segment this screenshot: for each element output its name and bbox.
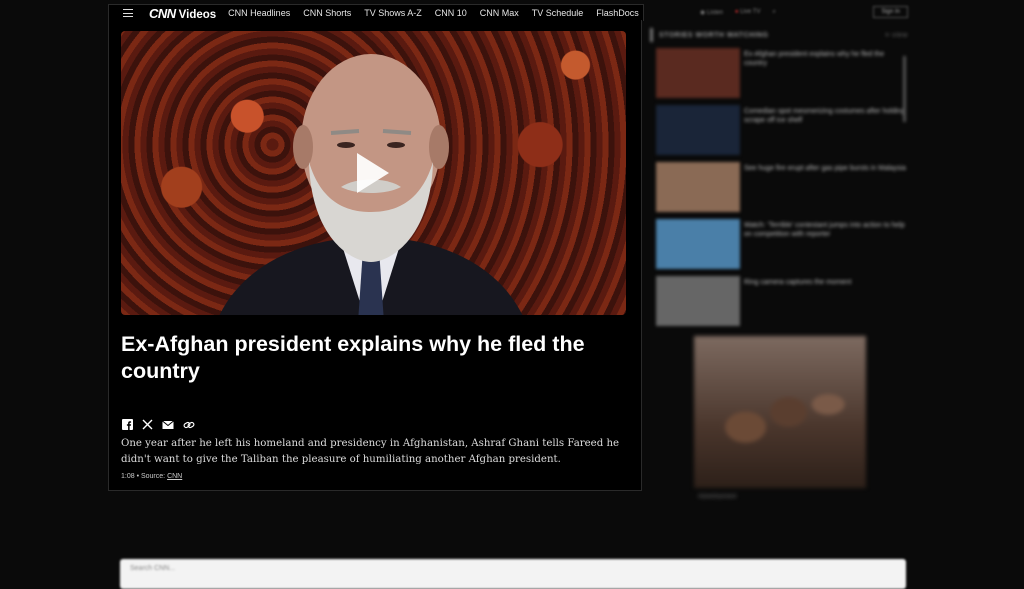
nav-link-cnn-shorts[interactable]: CNN Shorts [303, 8, 351, 18]
hamburger-menu-icon[interactable] [123, 9, 133, 17]
live-tv-button[interactable]: ● Live TV [735, 9, 761, 15]
stories-sidebar: STORIES WORTH WATCHING ≡ view Ex-Afghan … [650, 28, 908, 326]
live-dot-icon: ● [734, 9, 739, 15]
videos-section-label: Videos [178, 8, 217, 21]
story-thumbnail [656, 276, 740, 326]
video-player[interactable] [121, 31, 626, 315]
story-thumbnail [656, 162, 740, 212]
nav-link-flashdocs[interactable]: FlashDocs [596, 8, 639, 18]
story-title: Comedian spot mesmerizing costumes after… [744, 108, 906, 124]
sidebar-scrollbar[interactable] [903, 56, 906, 122]
nav-link-cnn-headlines[interactable]: CNN Headlines [228, 8, 290, 18]
video-meta: 1:08 • Source: CNN [121, 473, 182, 480]
sidebar-story-item[interactable]: Ring camera captures the moment [650, 276, 908, 327]
account-nav: ◉ Listen ● Live TV ⌕ Sign In [700, 4, 908, 20]
story-thumbnail [656, 219, 740, 269]
cnn-videos-logo[interactable]: CNN Videos [149, 6, 216, 21]
video-description: One year after he left his homeland and … [121, 438, 620, 465]
email-icon[interactable] [162, 420, 174, 430]
search-icon[interactable]: ⌕ [772, 9, 775, 16]
video-duration: 1:08 [121, 473, 135, 480]
facebook-icon[interactable] [122, 419, 133, 430]
share-bar [122, 419, 195, 430]
source-link[interactable]: CNN [167, 473, 182, 480]
source-prefix: • Source: [136, 473, 166, 480]
bottom-search-placeholder: Search CNN... [130, 565, 176, 572]
video-card: Ex-Afghan president explains why he fled… [108, 20, 642, 491]
sidebar-heading: STORIES WORTH WATCHING ≡ view [650, 28, 908, 42]
story-title: Watch: 'Terrible' contestant jumps into … [744, 222, 905, 238]
sidebar-heading-text: STORIES WORTH WATCHING [659, 31, 769, 39]
story-thumbnail [656, 105, 740, 155]
video-headline: Ex-Afghan president explains why he fled… [121, 332, 585, 383]
sidebar-story-item[interactable]: See huge fire erupt after gas pipe burst… [650, 162, 908, 213]
nav-link-cnn-10[interactable]: CNN 10 [435, 8, 467, 18]
live-tv-label: Live TV [740, 9, 761, 15]
nav-link-cnn-max[interactable]: CNN Max [480, 8, 519, 18]
sidebar-story-item[interactable]: Ex-Afghan president explains why he fled… [650, 48, 908, 99]
nav-links: CNN Headlines CNN Shorts TV Shows A-Z CN… [228, 8, 639, 18]
sidebar-view-toggle[interactable]: ≡ view [885, 32, 908, 39]
play-icon[interactable] [357, 153, 389, 193]
x-icon[interactable] [142, 419, 153, 430]
ad-label: Advertisement [698, 494, 737, 500]
advertisement[interactable]: Advertisement [694, 336, 866, 500]
listen-button[interactable]: ◉ Listen [700, 9, 723, 16]
sidebar-list: Ex-Afghan president explains why he fled… [650, 48, 908, 327]
sidebar-story-item[interactable]: Watch: 'Terrible' contestant jumps into … [650, 219, 908, 270]
story-title: See huge fire erupt after gas pipe burst… [744, 165, 906, 172]
sign-in-button[interactable]: Sign In [873, 6, 908, 18]
top-nav: CNN Videos CNN Headlines CNN Shorts TV S… [108, 4, 644, 21]
story-thumbnail [656, 48, 740, 98]
sidebar-story-item[interactable]: Comedian spot mesmerizing costumes after… [650, 105, 908, 156]
nav-link-tv-schedule[interactable]: TV Schedule [532, 8, 584, 18]
nav-link-tv-shows[interactable]: TV Shows A-Z [364, 8, 422, 18]
link-icon[interactable] [183, 420, 195, 430]
bottom-search-bar[interactable]: Search CNN... [120, 559, 906, 589]
story-title: Ex-Afghan president explains why he fled… [744, 51, 885, 67]
story-title: Ring camera captures the moment [744, 279, 852, 286]
cnn-logo-text: CNN [149, 5, 176, 21]
listen-label: Listen [706, 9, 723, 16]
